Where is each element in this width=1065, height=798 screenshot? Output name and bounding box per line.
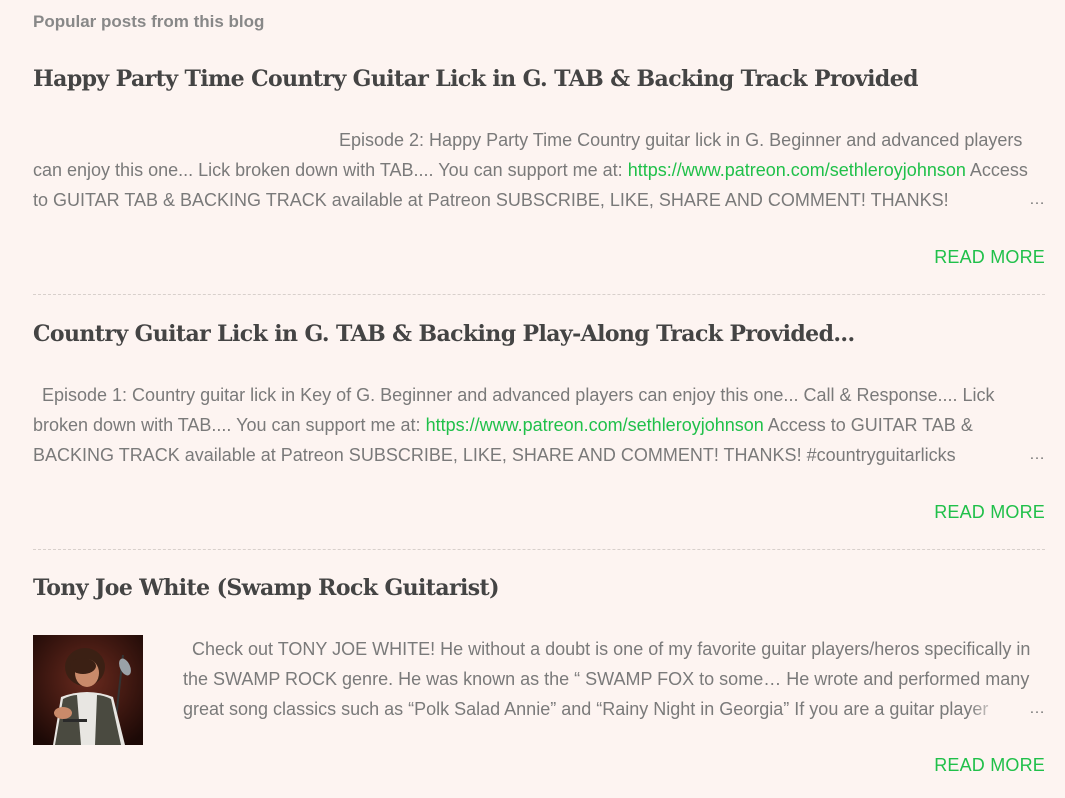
ellipsis-icon: … [969,185,1045,215]
patreon-link[interactable]: https://www.patreon.com/sethleroyjohnson [426,415,764,435]
post-2: Country Guitar Lick in G. TAB & Backing … [33,321,1045,551]
ellipsis-icon: … [969,694,1045,724]
post-snippet: Check out TONY JOE WHITE! He without a d… [183,634,1045,724]
post-3: Tony Joe White (Swamp Rock Guitarist) Ch… [33,575,1045,790]
divider [33,549,1045,550]
post-title[interactable]: Tony Joe White (Swamp Rock Guitarist) [33,575,1045,601]
divider [33,294,1045,295]
read-more-button[interactable]: READ MORE [934,755,1045,776]
snippet-text: Check out TONY JOE WHITE! He without a d… [183,639,1031,719]
post-title[interactable]: Happy Party Time Country Guitar Lick in … [33,66,1045,92]
post-snippet: Episode 1: Country guitar lick in Key of… [33,380,1033,470]
guitarist-photo-icon[interactable] [33,635,143,745]
read-more-button[interactable]: READ MORE [934,247,1045,268]
post-snippet: Episode 2: Happy Party Time Country guit… [33,125,1045,215]
ellipsis-icon: … [969,440,1045,470]
patreon-link[interactable]: https://www.patreon.com/sethleroyjohnson [628,160,966,180]
read-more-button[interactable]: READ MORE [934,502,1045,523]
post-title[interactable]: Country Guitar Lick in G. TAB & Backing … [33,321,1045,347]
post-1: Happy Party Time Country Guitar Lick in … [33,66,1045,296]
section-title: Popular posts from this blog [33,12,265,31]
